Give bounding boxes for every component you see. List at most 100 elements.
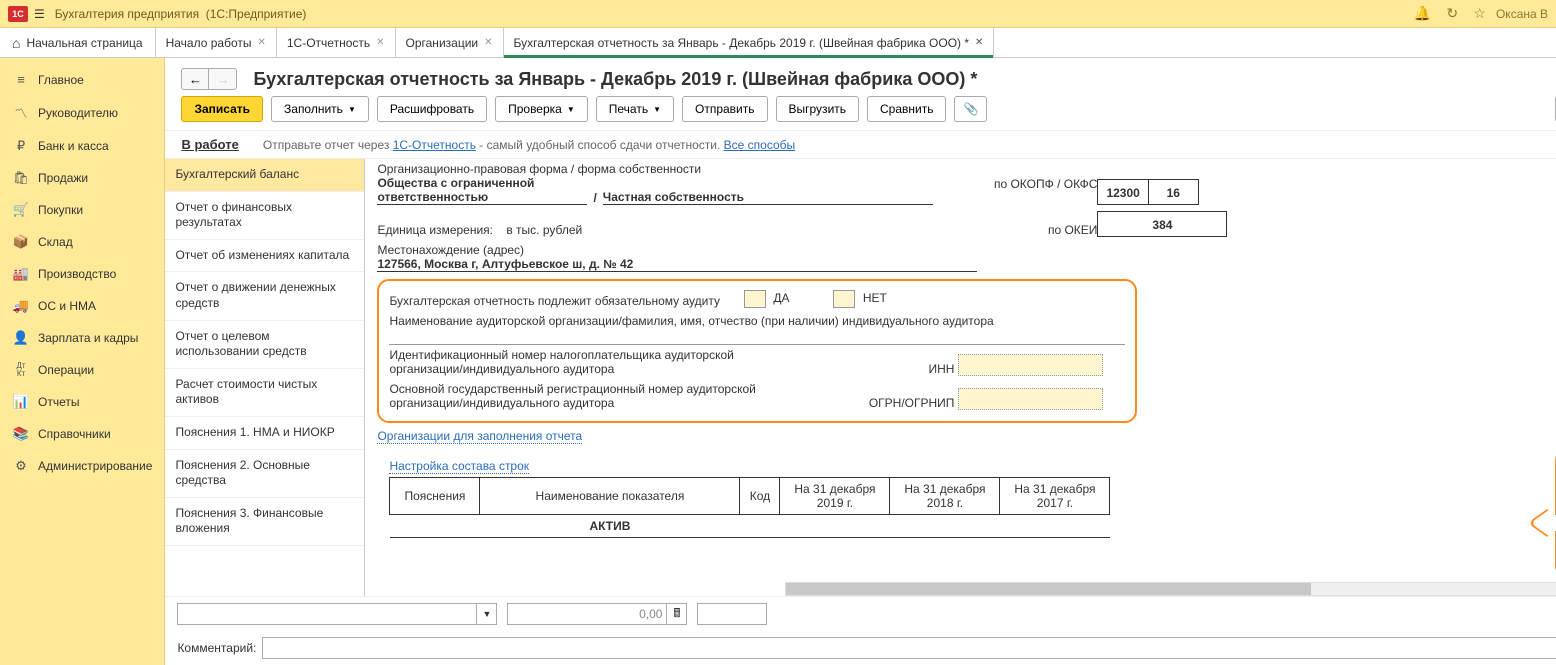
tabs-row: ⌂ Начальная страница Начало работы✕ 1С-О… [0, 28, 1556, 58]
tab-organizacii[interactable]: Организации✕ [396, 28, 504, 57]
section-cashflow[interactable]: Отчет о движении денежных средств [165, 272, 364, 320]
footer-number-input[interactable]: 0,00🖩 [507, 603, 687, 625]
nav-label: ОС и НМА [38, 299, 96, 313]
auditor-inn-input[interactable] [958, 354, 1103, 376]
report-area[interactable]: Организационно-правовая форма / форма со… [365, 159, 1556, 596]
nav-label: Продажи [38, 171, 88, 185]
nav-bank[interactable]: ₽Банк и касса [0, 130, 164, 162]
decode-button[interactable]: Расшифровать [377, 96, 487, 122]
auditor-ogrn-label: Основной государственный регистрационный… [389, 382, 809, 410]
save-button[interactable]: Записать [181, 96, 263, 122]
export-button[interactable]: Выгрузить [776, 96, 860, 122]
comment-input[interactable] [262, 637, 1556, 659]
nav-salary[interactable]: 👤Зарплата и кадры [0, 322, 164, 354]
gear-icon: ⚙ [12, 458, 30, 474]
star-icon[interactable]: ☆ [1473, 5, 1486, 21]
link-row-settings[interactable]: Настройка состава строк [389, 459, 529, 474]
send-button[interactable]: Отправить [682, 96, 768, 122]
check-button[interactable]: Проверка▼ [495, 96, 588, 122]
nav-purchases[interactable]: 🛒Покупки [0, 194, 164, 226]
status-row: В работе Отправьте отчет через 1С-Отчетн… [165, 130, 1556, 159]
okei-code[interactable]: 384 [1097, 211, 1227, 237]
nav-main[interactable]: ≡Главное [0, 64, 164, 95]
section-net-assets[interactable]: Расчет стоимости чистых активов [165, 369, 364, 417]
asset-section: АКТИВ [480, 515, 740, 538]
nav-warehouse[interactable]: 📦Склад [0, 226, 164, 258]
attach-button[interactable]: 📎 [954, 96, 987, 122]
section-fin-results[interactable]: Отчет о финансовых результатах [165, 192, 364, 240]
checkbox-no[interactable] [833, 290, 855, 308]
caret-down-icon: ▼ [567, 105, 575, 114]
caret-down-icon: ▼ [348, 105, 356, 114]
horizontal-scrollbar[interactable] [785, 582, 1556, 596]
current-user[interactable]: Оксана В [1496, 7, 1548, 21]
nav-reports[interactable]: 📊Отчеты [0, 386, 164, 418]
link-orgs-for-report[interactable]: Организации для заполнения отчета [377, 429, 582, 444]
nav-catalogs[interactable]: 📚Справочники [0, 418, 164, 450]
chart-icon: 〽 [12, 103, 30, 122]
tab-label: 1С-Отчетность [287, 36, 370, 50]
history-icon[interactable]: ↻ [1446, 5, 1458, 21]
footer-small-input[interactable] [697, 603, 767, 625]
auditor-ogrn-input[interactable] [958, 388, 1103, 410]
address-value[interactable]: 127566, Москва г, Алтуфьевское ш, д. № 4… [377, 257, 977, 272]
factory-icon: 🏭 [12, 266, 30, 282]
link-all-ways[interactable]: Все способы [724, 138, 796, 152]
toolbar: Записать Заполнить▼ Расшифровать Проверк… [165, 96, 1556, 130]
tab-report-active[interactable]: Бухгалтерская отчетность за Январь - Дек… [504, 28, 995, 57]
dtkt-icon: ДтКт [12, 362, 30, 378]
forward-button[interactable]: → [209, 68, 237, 90]
print-button[interactable]: Печать▼ [596, 96, 674, 122]
box-icon: 📦 [12, 234, 30, 250]
home-tab[interactable]: ⌂ Начальная страница [0, 28, 156, 57]
back-button[interactable]: ← [181, 68, 209, 90]
nav-os-nma[interactable]: 🚚 ОС и НМА [0, 290, 164, 322]
section-expl1[interactable]: Пояснения 1. НМА и НИОКР [165, 417, 364, 450]
report-sections-list: Бухгалтерский баланс Отчет о финансовых … [165, 159, 365, 596]
close-icon[interactable]: ✕ [376, 37, 384, 48]
books-icon: 📚 [12, 426, 30, 442]
compare-button[interactable]: Сравнить [867, 96, 946, 122]
close-icon[interactable]: ✕ [257, 37, 265, 48]
status-label[interactable]: В работе [181, 137, 238, 152]
okfs-code[interactable]: 16 [1149, 179, 1199, 205]
truck-icon: 🚚 [12, 298, 30, 314]
tab-nachalo[interactable]: Начало работы✕ [156, 28, 277, 57]
section-target-use[interactable]: Отчет о целевом использовании средств [165, 321, 364, 369]
th-explanations: Пояснения [390, 478, 480, 515]
tab-1c-otchetnost[interactable]: 1С-Отчетность ✕ [277, 28, 396, 57]
fill-button[interactable]: Заполнить▼ [271, 96, 369, 122]
close-icon[interactable]: ✕ [484, 37, 492, 48]
calculator-icon[interactable]: 🖩 [666, 604, 686, 625]
nav-admin[interactable]: ⚙Администрирование [0, 450, 164, 482]
nav-manager[interactable]: 〽Руководителю [0, 95, 164, 130]
okopf-code[interactable]: 12300 [1097, 179, 1148, 205]
app-title: Бухгалтерия предприятия (1С:Предприятие) [55, 7, 1402, 21]
unit-label: Единица измерения: [377, 223, 493, 237]
footer-inputs: ▼ 0,00🖩 [165, 596, 1556, 631]
main-menu-icon[interactable]: ☰ [34, 7, 45, 21]
section-expl2[interactable]: Пояснения 2. Основные средства [165, 450, 364, 498]
chevron-down-icon[interactable]: ▼ [476, 604, 496, 624]
balance-table: Пояснения Наименование показателя Код На… [389, 477, 1110, 538]
th-code: Код [740, 478, 780, 515]
checkbox-yes[interactable] [744, 290, 766, 308]
okei-label: по ОКЕИ [977, 223, 1097, 237]
bars-icon: 📊 [12, 394, 30, 410]
th-indicator: Наименование показателя [480, 478, 740, 515]
nav-label: Покупки [38, 203, 83, 217]
th-2017: На 31 декабря 2017 г. [1000, 478, 1110, 515]
section-capital[interactable]: Отчет об изменениях капитала [165, 240, 364, 273]
nav-production[interactable]: 🏭Производство [0, 258, 164, 290]
menu-icon: ≡ [12, 72, 30, 87]
section-expl3[interactable]: Пояснения 3. Финансовые вложения [165, 498, 364, 546]
nav-operations[interactable]: ДтКтОперации [0, 354, 164, 386]
bell-icon[interactable]: 🔔 [1414, 5, 1431, 21]
ownership-sep: / [593, 191, 596, 205]
num-placeholder: 0,00 [508, 607, 666, 621]
footer-combo[interactable]: ▼ [177, 603, 497, 625]
close-icon[interactable]: ✕ [975, 37, 983, 48]
nav-sales[interactable]: 🛍Продажи [0, 162, 164, 194]
link-1c-otchetnost[interactable]: 1С-Отчетность [393, 138, 476, 152]
section-balance[interactable]: Бухгалтерский баланс [165, 159, 364, 192]
